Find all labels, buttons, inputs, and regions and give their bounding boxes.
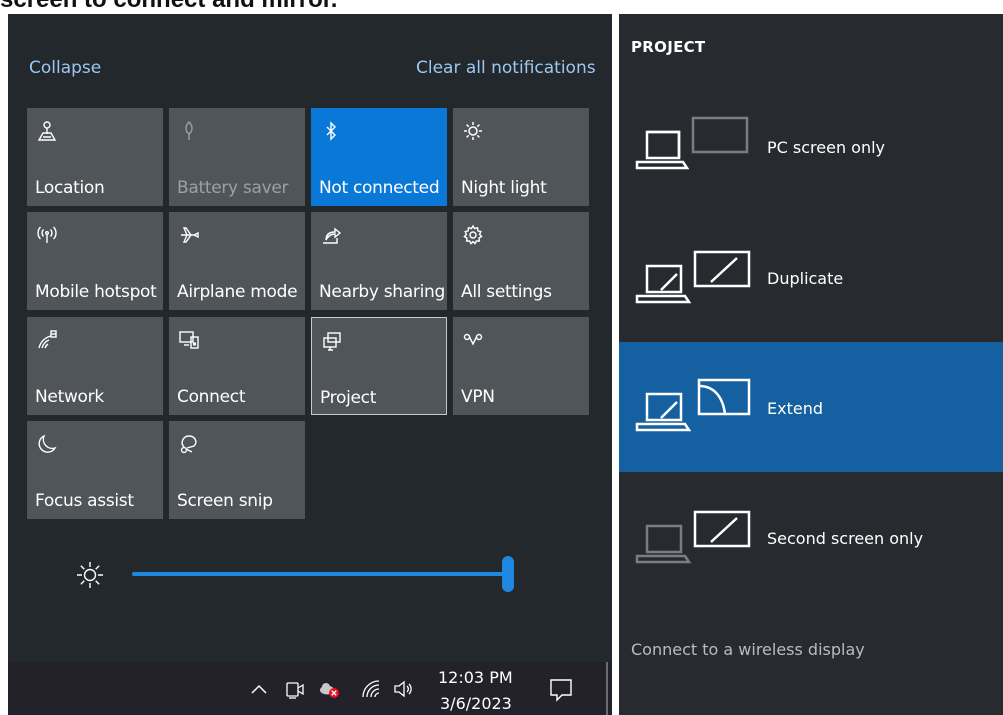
tile-label: Project — [320, 388, 377, 408]
chevron-up-icon[interactable] — [248, 678, 270, 700]
tile-label: VPN — [461, 387, 495, 407]
option-duplicate[interactable]: Duplicate — [619, 214, 1003, 344]
tile-battery-saver[interactable]: Battery saver — [169, 108, 305, 206]
taskbar-divider — [606, 662, 608, 715]
option-second-screen-only[interactable]: Second screen only — [619, 474, 1003, 604]
hotspot-icon — [36, 224, 58, 246]
vpn-icon — [462, 329, 484, 351]
moon-icon — [36, 433, 58, 455]
taskbar: 12:03 PM 3/6/2023 — [8, 662, 612, 715]
caption-text: screen to connect and mirror. — [0, 0, 620, 14]
brightness-icon — [74, 559, 106, 591]
connect-wireless-display-link[interactable]: Connect to a wireless display — [631, 640, 865, 659]
gear-icon — [462, 224, 484, 246]
tile-airplane-mode[interactable]: Airplane mode — [169, 212, 305, 310]
night-light-icon — [462, 120, 484, 142]
second-screen-only-icon — [633, 508, 753, 568]
option-label: Duplicate — [767, 269, 844, 288]
tile-label: Not connected — [319, 178, 440, 198]
collapse-link[interactable]: Collapse — [29, 58, 101, 78]
tile-label: Airplane mode — [177, 282, 298, 302]
option-extend[interactable]: Extend — [619, 342, 1003, 472]
option-label: PC screen only — [767, 138, 886, 157]
duplicate-icon — [633, 248, 753, 308]
battery-saver-icon — [178, 120, 200, 142]
tile-screen-snip[interactable]: Screen snip — [169, 421, 305, 519]
tile-all-settings[interactable]: All settings — [453, 212, 589, 310]
tile-label: Nearby sharing — [319, 282, 445, 302]
clock-time[interactable]: 12:03 PM — [438, 668, 513, 687]
tile-label: Network — [35, 387, 104, 407]
onedrive-error-icon[interactable] — [318, 678, 340, 700]
tile-bluetooth[interactable]: Not connected — [311, 108, 447, 206]
pc-screen-only-icon — [633, 116, 753, 176]
tile-label: Battery saver — [177, 178, 289, 198]
connect-icon — [178, 329, 200, 351]
clock-date[interactable]: 3/6/2023 — [440, 694, 512, 713]
project-icon — [321, 330, 343, 352]
option-pc-screen-only[interactable]: PC screen only — [619, 84, 1003, 214]
scissors-icon — [178, 433, 200, 455]
action-center: Collapse Clear all notifications Locatio… — [8, 14, 612, 662]
extend-icon — [633, 376, 753, 436]
tile-location[interactable]: Location — [27, 108, 163, 206]
tile-project[interactable]: Project — [311, 317, 447, 415]
notification-center-icon[interactable] — [548, 677, 574, 703]
clear-all-notifications-link[interactable]: Clear all notifications — [416, 58, 596, 78]
location-icon — [36, 120, 58, 142]
panel-title: PROJECT — [631, 38, 706, 56]
project-panel: PROJECT PC screen only Duplicate Extend … — [619, 14, 1003, 715]
tile-label: Connect — [177, 387, 246, 407]
option-label: Second screen only — [767, 529, 924, 548]
brightness-slider[interactable] — [132, 572, 512, 576]
airplane-icon — [178, 224, 200, 246]
tile-label: Mobile hotspot — [35, 282, 157, 302]
tile-vpn[interactable]: VPN — [453, 317, 589, 415]
tile-nearby-sharing[interactable]: Nearby sharing — [311, 212, 447, 310]
meet-now-icon[interactable] — [284, 678, 306, 700]
tile-label: Location — [35, 178, 105, 198]
option-label: Extend — [767, 399, 823, 418]
tile-label: Focus assist — [35, 491, 134, 511]
wifi-icon[interactable] — [360, 678, 382, 700]
tile-connect[interactable]: Connect — [169, 317, 305, 415]
tile-network[interactable]: Network — [27, 317, 163, 415]
tile-label: Night light — [461, 178, 547, 198]
share-icon — [320, 224, 342, 246]
tile-mobile-hotspot[interactable]: Mobile hotspot — [27, 212, 163, 310]
network-icon — [36, 329, 58, 351]
brightness-slider-thumb[interactable] — [502, 556, 514, 592]
tile-label: All settings — [461, 282, 552, 302]
speaker-icon[interactable] — [392, 678, 414, 700]
tile-focus-assist[interactable]: Focus assist — [27, 421, 163, 519]
tile-night-light[interactable]: Night light — [453, 108, 589, 206]
tile-label: Screen snip — [177, 491, 273, 511]
bluetooth-icon — [320, 120, 342, 142]
